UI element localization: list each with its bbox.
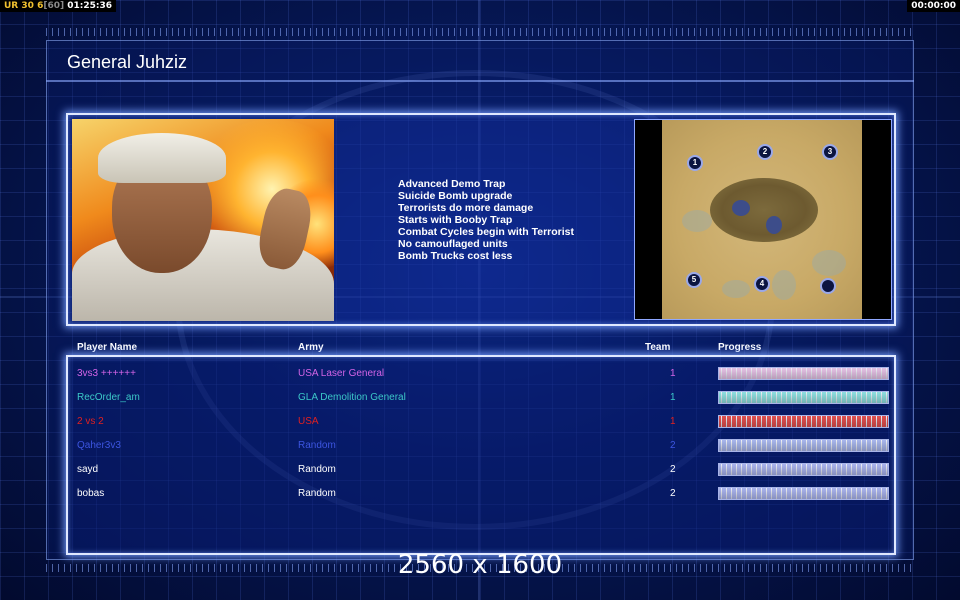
start-position-1: 1 [687, 155, 703, 171]
fps-overlay: UR 30 6[60] 01:25:36 [0, 0, 117, 12]
progress-bar-fill [719, 440, 888, 451]
start-position-4: 4 [754, 276, 770, 292]
header-player-name: Player Name [77, 342, 138, 353]
header-team: Team [645, 342, 671, 353]
tick-bar-top [46, 28, 914, 36]
progress-bar-fill [719, 416, 888, 427]
upgrade-item: Advanced Demo Trap [398, 178, 506, 190]
progress-bar-fill [719, 368, 888, 379]
table-row: 3vs3 ++++++ USA Laser General 1 [0, 363, 960, 383]
progress-bar [718, 367, 889, 380]
upgrade-list: Advanced Demo Trap Suicide Bomb upgrade … [398, 178, 574, 262]
player-team: 2 [670, 488, 676, 499]
player-army: USA Laser General [298, 368, 385, 379]
start-position-3: 3 [822, 144, 838, 160]
progress-bar [718, 463, 889, 476]
player-army: Random [298, 464, 336, 475]
header-progress: Progress [718, 342, 762, 353]
player-army: USA [298, 416, 319, 427]
player-team: 1 [670, 368, 676, 379]
table-row: bobas Random 2 [0, 483, 960, 503]
portrait-turban [98, 133, 226, 183]
header-army: Army [298, 342, 324, 353]
upgrade-item: No camouflaged units [398, 238, 508, 250]
terrain-patch [772, 270, 796, 300]
map-crater [710, 178, 818, 242]
upgrade-item: Bomb Trucks cost less [398, 250, 513, 262]
player-name: sayd [77, 464, 99, 475]
overlay-fps: 30 [21, 1, 34, 11]
upgrade-item: Suicide Bomb upgrade [398, 190, 513, 202]
start-position-5: 5 [686, 272, 702, 288]
player-name: RecOrder_am [77, 392, 140, 403]
player-name: bobas [77, 488, 105, 499]
player-table [66, 355, 896, 555]
resolution-watermark: 2560 x 1600 [397, 550, 563, 580]
player-name: 3vs3 ++++++ [77, 368, 136, 379]
player-name: 2 vs 2 [77, 416, 104, 427]
progress-bar [718, 391, 889, 404]
upgrade-item: Terrorists do more damage [398, 202, 534, 214]
table-row: Qaher3v3 Random 2 [0, 435, 960, 455]
map-water [732, 200, 750, 216]
progress-bar [718, 439, 889, 452]
progress-bar-fill [719, 464, 888, 475]
overlay-tag: UR [4, 1, 19, 11]
table-row: RecOrder_am GLA Demolition General 1 [0, 387, 960, 407]
player-name: Qaher3v3 [77, 440, 121, 451]
upgrade-item: Combat Cycles begin with Terrorist [398, 226, 575, 238]
upgrade-item: Starts with Booby Trap [398, 214, 513, 226]
progress-bar [718, 415, 889, 428]
player-army: GLA Demolition General [298, 392, 406, 403]
progress-bar-fill [719, 392, 888, 403]
general-title: General Juhziz [67, 52, 188, 72]
player-army: Random [298, 488, 336, 499]
general-portrait [72, 119, 334, 321]
start-position-6 [820, 278, 836, 294]
progress-bar-fill [719, 488, 888, 499]
overlay-clock: 01:25:36 [67, 1, 113, 11]
start-position-2: 2 [757, 144, 773, 160]
terrain-patch [682, 210, 712, 232]
table-row: 2 vs 2 USA 1 [0, 411, 960, 431]
terrain-patch [722, 280, 750, 298]
player-team: 2 [670, 440, 676, 451]
player-army: Random [298, 440, 336, 451]
overlay-timer: 00:00:00 [907, 0, 960, 12]
overlay-fps-limit: [60] [43, 1, 65, 11]
map-preview: 1 2 3 4 5 [662, 120, 862, 319]
player-team: 1 [670, 392, 676, 403]
player-team: 1 [670, 416, 676, 427]
terrain-patch [812, 250, 846, 276]
progress-bar [718, 487, 889, 500]
table-row: sayd Random 2 [0, 459, 960, 479]
map-water [766, 216, 782, 234]
player-team: 2 [670, 464, 676, 475]
